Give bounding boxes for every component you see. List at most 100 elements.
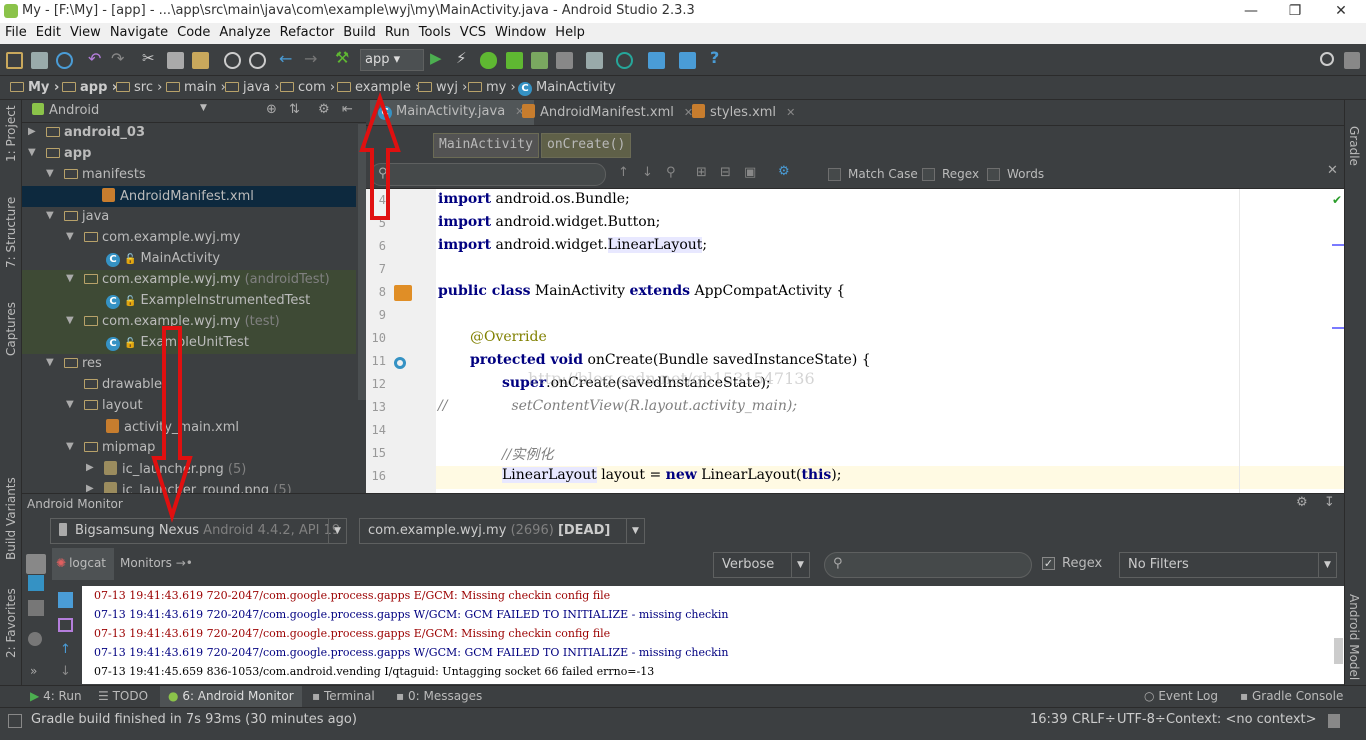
structure-tool-tab[interactable]: 7: Structure: [4, 197, 18, 268]
menu-view[interactable]: View: [65, 23, 105, 40]
captures-tool-tab[interactable]: Captures: [4, 302, 18, 356]
run-tool-tab[interactable]: ▶ 4: Run: [30, 689, 82, 703]
tree-item-mipmap[interactable]: ▼ mipmap: [22, 438, 356, 459]
find-icon[interactable]: [224, 52, 241, 69]
down-arrow-icon[interactable]: ↓: [60, 664, 71, 679]
menu-vcs[interactable]: VCS: [455, 23, 490, 40]
undo-icon[interactable]: ↶: [88, 49, 105, 68]
tree-item-exampleinstrumentedtest[interactable]: C 🔓 ExampleInstrumentedTest: [22, 291, 356, 312]
menu-run[interactable]: Run: [380, 23, 414, 40]
tab-androidmanifest[interactable]: AndroidManifest.xml ✕: [514, 100, 703, 125]
log-level-select[interactable]: Verbose ▼: [713, 552, 810, 578]
android-model-tool-tab[interactable]: Android Model: [1347, 594, 1361, 680]
tree-item-java[interactable]: ▼ java: [22, 207, 356, 228]
forward-icon[interactable]: →: [304, 49, 321, 68]
line-separator[interactable]: CRLF÷: [1072, 712, 1116, 727]
help-icon[interactable]: ?: [710, 48, 727, 67]
build-variants-tool-tab[interactable]: Build Variants: [4, 477, 18, 560]
tree-item-app[interactable]: ▼ app: [22, 144, 356, 165]
avd-manager-icon[interactable]: [586, 52, 603, 69]
run-config-select[interactable]: app ▾: [360, 49, 424, 71]
camera-icon[interactable]: [26, 554, 46, 574]
tab-styles[interactable]: styles.xml ✕: [684, 100, 805, 125]
tree-item-drawable[interactable]: drawable: [22, 375, 356, 396]
gradle-sync-icon[interactable]: [616, 52, 633, 69]
menu-refactor[interactable]: Refactor: [275, 23, 339, 40]
debug-icon[interactable]: [480, 52, 497, 69]
caret-position[interactable]: 16:39: [1030, 712, 1067, 727]
project-view-selector[interactable]: Android ▼: [32, 103, 207, 118]
event-log-tool-tab[interactable]: ○ Event Log: [1144, 689, 1218, 703]
replace-icon[interactable]: [249, 52, 266, 69]
tree-item-activitymain[interactable]: activity_main.xml: [22, 417, 356, 438]
copy-icon[interactable]: [167, 52, 184, 69]
minimize-button[interactable]: —: [1228, 0, 1274, 23]
select-all-icon[interactable]: ▣: [744, 165, 756, 180]
find-input[interactable]: ⚲: [370, 163, 606, 186]
override-method-icon[interactable]: [394, 357, 406, 369]
paste-icon[interactable]: [192, 52, 209, 69]
sync-with-editor-icon[interactable]: ⊕: [266, 102, 277, 117]
tree-item-androidmanifest[interactable]: AndroidManifest.xml: [22, 186, 356, 207]
favorites-tool-tab[interactable]: 2: Favorites: [4, 588, 18, 658]
gear-icon[interactable]: ⚙: [1296, 495, 1308, 510]
previous-occurrence-icon[interactable]: ↑: [618, 165, 629, 180]
menu-tools[interactable]: Tools: [414, 23, 455, 40]
add-selection-icon[interactable]: ⊞: [696, 165, 707, 180]
terminal-tool-tab[interactable]: ▪ Terminal: [312, 689, 375, 703]
stop-icon[interactable]: [556, 52, 573, 69]
close-window-button[interactable]: ✕: [1318, 0, 1364, 23]
collapse-all-icon[interactable]: ⇅: [289, 102, 300, 117]
menu-navigate[interactable]: Navigate: [105, 23, 172, 40]
lock-icon[interactable]: [1328, 714, 1340, 728]
scroll-to-end-icon[interactable]: [58, 618, 73, 632]
screen-record-icon[interactable]: [28, 575, 44, 591]
gradle-console-tool-tab[interactable]: ▪ Gradle Console: [1240, 689, 1343, 703]
device-select[interactable]: Bigsamsung Nexus Android 4.4.2, API 19 ▼: [50, 518, 347, 544]
hide-panel-icon[interactable]: ⇤: [342, 102, 353, 117]
tree-item-manifests[interactable]: ▼ manifests: [22, 165, 356, 186]
activity-gutter-icon[interactable]: [394, 285, 412, 301]
sdk-manager-icon[interactable]: [679, 52, 696, 69]
tree-item-res[interactable]: ▼ res: [22, 354, 356, 375]
gradle-tool-tab[interactable]: Gradle: [1347, 126, 1361, 166]
menu-edit[interactable]: Edit: [31, 23, 65, 40]
crumb-app[interactable]: app ›: [62, 80, 117, 95]
next-occurrence-icon[interactable]: ↓: [642, 165, 653, 180]
tab-mainactivity[interactable]: C MainActivity.java ✕: [370, 100, 535, 125]
tab-logcat[interactable]: ✺ logcat: [52, 548, 114, 580]
back-icon[interactable]: ←: [279, 49, 296, 68]
tree-item-ic-launcher[interactable]: ▶ ic_launcher.png (5): [22, 459, 356, 480]
todo-tool-tab[interactable]: ☰ TODO: [98, 689, 148, 703]
tree-item-package-androidtest[interactable]: ▼ com.example.wyj.my (androidTest): [22, 270, 356, 291]
hide-panel-icon[interactable]: ↧: [1324, 495, 1335, 510]
crumb-method[interactable]: onCreate(): [541, 133, 632, 158]
close-find-icon[interactable]: ✕: [1327, 163, 1338, 178]
tree-item-ic-launcher-round[interactable]: ▶ ic_launcher_round.png (5): [22, 480, 356, 493]
menu-code[interactable]: Code: [172, 23, 214, 40]
file-encoding[interactable]: UTF-8÷: [1117, 712, 1166, 727]
crumb-src[interactable]: src ›: [116, 80, 162, 95]
up-arrow-icon[interactable]: ↑: [60, 642, 71, 657]
save-icon[interactable]: [31, 52, 48, 69]
settings-icon[interactable]: ⚙: [778, 164, 790, 179]
logcat-output[interactable]: 07-13 19:41:43.619 720-2047/com.google.p…: [82, 586, 1344, 684]
attach-debugger-icon[interactable]: [531, 52, 548, 69]
menu-help[interactable]: Help: [550, 23, 589, 40]
crumb-my-package[interactable]: my ›: [468, 80, 516, 95]
close-icon[interactable]: ✕: [786, 106, 795, 119]
layout-icon[interactable]: [1344, 52, 1360, 69]
menu-build[interactable]: Build: [338, 23, 380, 40]
tree-item-layout[interactable]: ▼ layout: [22, 396, 356, 417]
code-editor[interactable]: ✔ 4 5 6 7 8 9 10 11 12 13 14 15 16 impor…: [366, 189, 1344, 493]
project-tool-tab[interactable]: 1: Project: [4, 105, 18, 162]
process-select[interactable]: com.example.wyj.my (2696) [DEAD] ▼: [359, 518, 645, 544]
tree-item-mainactivity[interactable]: C 🔓 MainActivity: [22, 249, 356, 270]
crumb-com[interactable]: com ›: [280, 80, 335, 95]
remove-selection-icon[interactable]: ⊟: [720, 165, 731, 180]
system-info-icon[interactable]: [28, 600, 44, 616]
log-scrollbar[interactable]: [1334, 638, 1343, 664]
crumb-java[interactable]: java ›: [225, 80, 280, 95]
project-structure-icon[interactable]: [648, 52, 665, 69]
crumb-my[interactable]: My ›: [10, 80, 59, 95]
